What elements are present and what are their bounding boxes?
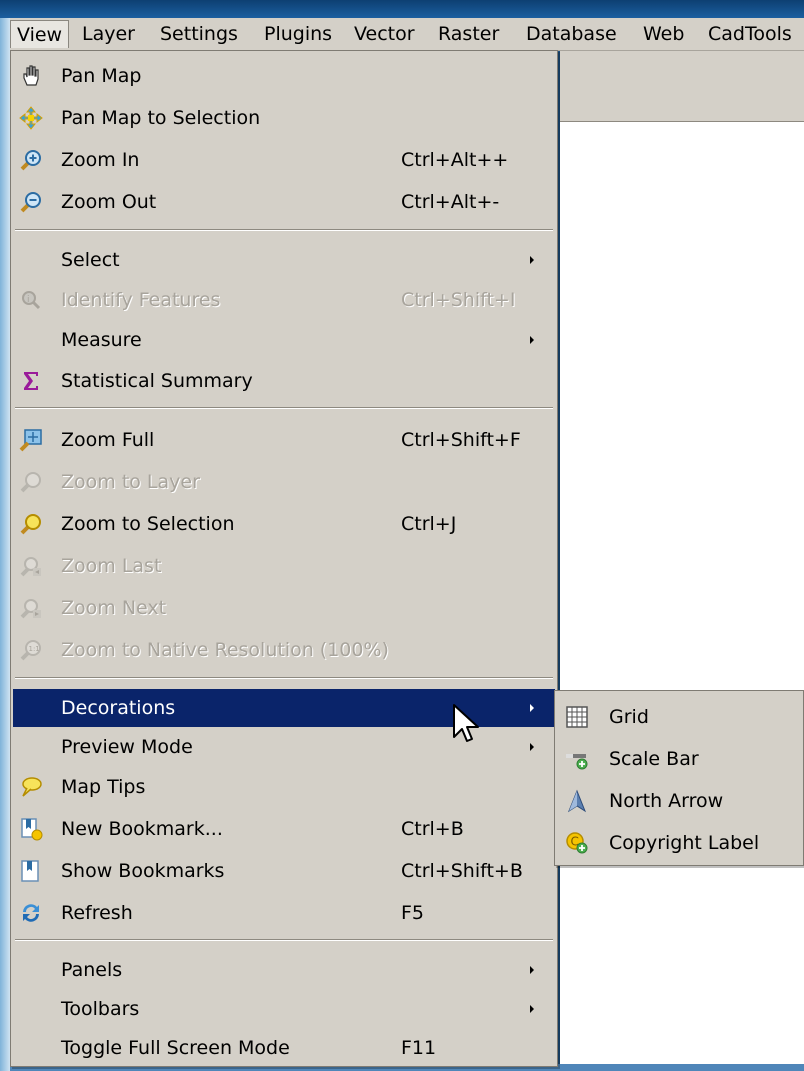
menu-item-map-tips[interactable]: Map Tips [13, 768, 555, 806]
menu-item-select[interactable]: Select [13, 241, 555, 279]
menu-separator [15, 407, 553, 409]
menu-bar: View Layer Settings Plugins Vector Raste… [10, 18, 804, 51]
zoom-layer-icon [19, 470, 43, 494]
menu-item-zoom-to-selection[interactable]: Zoom to Selection Ctrl+J [13, 505, 555, 543]
show-bookmarks-icon [19, 859, 43, 883]
submenu-arrow-icon [530, 743, 534, 751]
menu-item-zoom-native-resolution: 1:1 Zoom to Native Resolution (100%) [13, 631, 555, 669]
pan-selection-icon [19, 106, 43, 130]
submenu-item-scale-bar[interactable]: Scale Bar [557, 739, 801, 779]
menu-database[interactable]: Database [520, 20, 623, 48]
menu-item-pan-map-to-selection[interactable]: Pan Map to Selection [13, 99, 555, 137]
copyright-label-icon: C [565, 831, 589, 855]
menu-item-new-bookmark[interactable]: New Bookmark... Ctrl+B [13, 810, 555, 848]
zoom-in-icon [19, 148, 43, 172]
menu-item-zoom-out[interactable]: Zoom Out Ctrl+Alt+- [13, 183, 555, 221]
submenu-arrow-icon [530, 256, 534, 264]
submenu-arrow-icon [530, 1005, 534, 1013]
sigma-icon [19, 369, 43, 393]
menu-cadtools[interactable]: CadTools [702, 20, 798, 48]
zoom-native-icon: 1:1 [19, 638, 43, 662]
pan-hand-icon [19, 64, 43, 88]
zoom-last-icon [19, 554, 43, 578]
zoom-selection-icon [19, 512, 43, 536]
menu-item-zoom-in[interactable]: Zoom In Ctrl+Alt++ [13, 141, 555, 179]
menu-item-refresh[interactable]: Refresh F5 [13, 894, 555, 932]
menu-plugins[interactable]: Plugins [258, 20, 338, 48]
submenu-item-copyright-label[interactable]: C Copyright Label [557, 823, 801, 863]
svg-text:1:1: 1:1 [29, 645, 40, 653]
menu-item-zoom-full[interactable]: Zoom Full Ctrl+Shift+F [13, 421, 555, 459]
menu-item-show-bookmarks[interactable]: Show Bookmarks Ctrl+Shift+B [13, 852, 555, 890]
menu-item-identify-features: i Identify Features Ctrl+Shift+I [13, 281, 555, 319]
toolbar-area [560, 51, 804, 122]
zoom-out-icon [19, 190, 43, 214]
menu-separator [15, 229, 553, 231]
zoom-full-icon [19, 428, 43, 452]
north-arrow-icon [565, 789, 589, 813]
menu-layer[interactable]: Layer [76, 20, 141, 48]
menu-separator [15, 677, 553, 679]
decorations-submenu: Grid Scale Bar North Arrow C Copyright L… [554, 690, 804, 866]
window-title-bar [0, 0, 804, 18]
menu-item-zoom-to-layer: Zoom to Layer [13, 463, 555, 501]
menu-view[interactable]: View [10, 20, 70, 48]
menu-item-toolbars[interactable]: Toolbars [13, 990, 555, 1028]
menu-item-panels[interactable]: Panels [13, 951, 555, 989]
menu-settings[interactable]: Settings [154, 20, 244, 48]
submenu-item-grid[interactable]: Grid [557, 697, 801, 737]
menu-item-pan-map[interactable]: Pan Map [13, 57, 555, 95]
menu-item-toggle-full-screen[interactable]: Toggle Full Screen Mode F11 [13, 1029, 555, 1067]
menu-item-measure[interactable]: Measure [13, 321, 555, 359]
menu-vector[interactable]: Vector [348, 20, 421, 48]
new-bookmark-icon [19, 817, 43, 841]
map-canvas[interactable] [560, 122, 804, 1071]
submenu-item-north-arrow[interactable]: North Arrow [557, 781, 801, 821]
menu-separator [15, 939, 553, 941]
submenu-arrow-icon [530, 336, 534, 344]
menu-item-statistical-summary[interactable]: Statistical Summary [13, 362, 555, 400]
menu-item-zoom-next: Zoom Next [13, 589, 555, 627]
menu-item-zoom-last: Zoom Last [13, 547, 555, 585]
map-tips-icon [19, 775, 43, 799]
submenu-arrow-icon [530, 704, 534, 712]
menu-raster[interactable]: Raster [432, 20, 505, 48]
grid-icon [565, 705, 589, 729]
svg-text:i: i [27, 295, 30, 305]
mouse-cursor-icon [453, 704, 479, 742]
view-menu: Pan Map Pan Map to Selection Zoom In Ctr… [10, 50, 558, 1067]
window-left-edge [0, 18, 10, 1071]
scale-bar-icon [565, 747, 589, 771]
submenu-arrow-icon [530, 966, 534, 974]
refresh-icon [19, 901, 43, 925]
menu-web[interactable]: Web [637, 20, 690, 48]
zoom-next-icon [19, 596, 43, 620]
identify-icon: i [19, 288, 43, 312]
